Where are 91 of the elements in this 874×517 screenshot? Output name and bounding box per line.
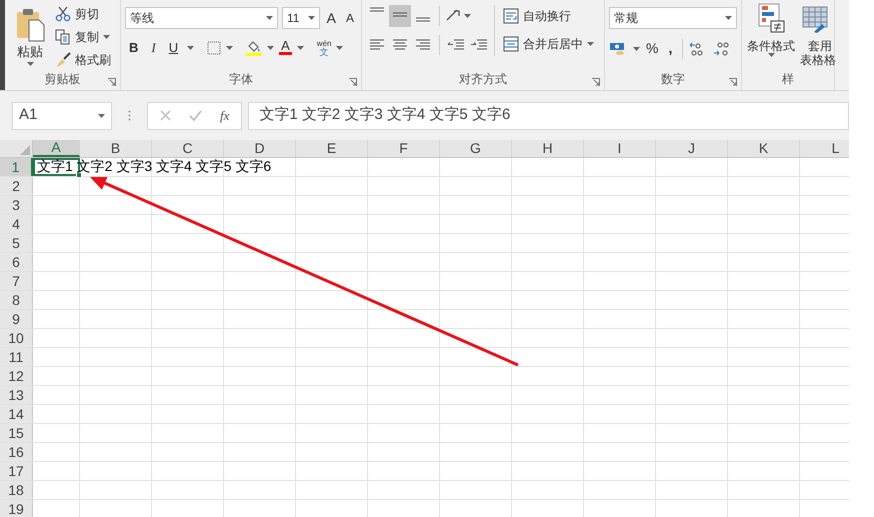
borders-icon[interactable] — [207, 40, 222, 55]
font-color-button[interactable]: A — [279, 40, 292, 56]
wrap-text-button[interactable]: 自动换行 — [503, 5, 594, 27]
group-label: 样 — [782, 71, 794, 88]
number-format-dropdown[interactable]: 常规 — [609, 7, 737, 29]
column-header[interactable]: J — [656, 140, 728, 157]
dropdown-caret-icon[interactable] — [26, 62, 34, 66]
dropdown-caret-icon[interactable] — [768, 53, 774, 57]
row-header[interactable]: 11 — [0, 348, 33, 366]
dropdown-caret-icon[interactable] — [226, 46, 234, 50]
group-label: 字体 — [229, 71, 253, 88]
group-label: 剪贴板 — [44, 71, 80, 88]
row-header[interactable]: 17 — [0, 462, 33, 480]
merge-cells-icon — [503, 36, 519, 52]
conditional-format-icon — [756, 3, 786, 33]
column-header[interactable]: G — [440, 140, 512, 157]
dropdown-caret-icon[interactable] — [103, 35, 110, 39]
row-header[interactable]: 12 — [0, 367, 33, 385]
table-format-button[interactable]: 套用 表格格 — [800, 3, 834, 67]
italic-button[interactable]: I — [147, 38, 160, 58]
row-header[interactable]: 16 — [0, 443, 33, 461]
column-header[interactable]: I — [584, 140, 656, 157]
row-header[interactable]: 7 — [0, 272, 33, 290]
bold-button[interactable]: B — [125, 38, 142, 58]
row-header[interactable]: 4 — [0, 215, 33, 233]
row-header[interactable]: 10 — [0, 329, 33, 347]
dropdown-caret-icon[interactable] — [633, 46, 640, 50]
dropdown-caret-icon[interactable] — [464, 14, 471, 18]
dropdown-caret-icon[interactable] — [308, 16, 315, 20]
wrap-text-icon — [503, 8, 519, 24]
dropdown-caret-icon[interactable] — [336, 46, 344, 50]
font-name-dropdown[interactable]: 等线 — [125, 7, 278, 29]
scissors-icon — [55, 6, 71, 22]
dropdown-caret-icon[interactable] — [266, 16, 274, 20]
column-header[interactable]: C — [152, 140, 224, 157]
cut-button[interactable]: 剪切 — [55, 4, 111, 24]
dropdown-caret-icon[interactable] — [267, 46, 274, 50]
column-header[interactable]: K — [728, 140, 800, 157]
align-icon[interactable] — [389, 5, 411, 27]
dropdown-caret-icon[interactable] — [587, 42, 594, 46]
copy-icon — [55, 29, 71, 45]
row-header[interactable]: 5 — [0, 234, 33, 252]
dropdown-caret-icon[interactable] — [187, 46, 194, 50]
column-header[interactable]: B — [80, 140, 152, 157]
check-icon[interactable] — [189, 110, 202, 121]
font-size-dropdown[interactable]: 11 — [282, 7, 320, 29]
row-header[interactable]: 1 — [0, 158, 33, 176]
percent-button[interactable]: % — [646, 38, 658, 59]
row-header[interactable]: 2 — [0, 177, 33, 195]
dialog-launcher-icon[interactable] — [592, 78, 600, 86]
row-header[interactable]: 6 — [0, 253, 33, 271]
row-header[interactable]: 14 — [0, 405, 33, 423]
dropdown-caret-icon[interactable] — [725, 16, 732, 20]
column-header[interactable]: F — [368, 140, 440, 157]
currency-icon[interactable] — [609, 40, 627, 56]
row-header[interactable]: 19 — [0, 500, 33, 517]
fill-color-icon[interactable] — [246, 40, 262, 56]
column-header[interactable]: L — [800, 140, 849, 157]
insert-function-button[interactable]: fx — [220, 106, 230, 126]
row-header[interactable]: 3 — [0, 196, 33, 214]
row-header[interactable]: 15 — [0, 424, 33, 442]
paste-button[interactable]: 粘贴 — [9, 4, 51, 70]
merge-center-button[interactable]: 合并后居中 — [503, 33, 583, 55]
comma-button[interactable]: , — [664, 38, 676, 59]
row-header[interactable]: 9 — [0, 310, 33, 328]
row-header[interactable]: 8 — [0, 291, 33, 309]
copy-button[interactable]: 复制 — [55, 27, 111, 47]
dialog-launcher-icon[interactable] — [108, 78, 116, 86]
format-painter-button[interactable]: 格式刷 — [55, 50, 111, 70]
formula-field[interactable]: 文字1 文字2 文字3 文字4 文字5 文字6 — [248, 102, 849, 130]
row-header[interactable]: 13 — [0, 386, 33, 404]
decrease-decimal-icon[interactable] — [713, 40, 732, 56]
dialog-launcher-icon[interactable] — [349, 78, 357, 86]
dropdown-caret-icon[interactable] — [98, 114, 105, 118]
dropdown-caret-icon[interactable] — [296, 46, 304, 50]
row-header[interactable]: 18 — [0, 481, 33, 499]
phonetic-button[interactable]: wén 文 — [316, 38, 332, 57]
grow-font-button[interactable]: A — [324, 8, 339, 28]
shrink-font-button[interactable]: A — [342, 9, 357, 27]
column-header[interactable]: D — [224, 140, 296, 157]
name-box[interactable]: A1 — [12, 102, 112, 130]
brush-icon — [55, 52, 71, 68]
underline-button[interactable]: U — [164, 38, 182, 58]
column-header[interactable]: A — [33, 140, 80, 157]
column-header[interactable]: E — [296, 140, 368, 157]
dialog-launcher-icon[interactable] — [729, 78, 737, 86]
clipboard-icon — [15, 8, 45, 42]
conditional-format-button[interactable]: 条件格式 — [746, 3, 796, 67]
column-header[interactable]: H — [512, 140, 584, 157]
group-label: 对齐方式 — [459, 71, 507, 88]
group-label: 数字 — [661, 71, 685, 88]
